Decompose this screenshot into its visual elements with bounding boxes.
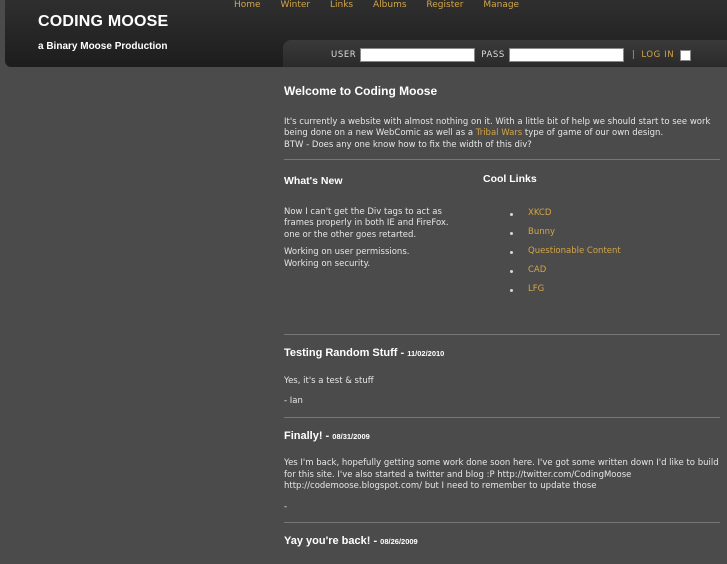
- tribal-wars-link[interactable]: Tribal Wars: [476, 128, 522, 138]
- list-item: CAD: [510, 262, 722, 281]
- post-signature: -: [284, 501, 288, 512]
- divider: [284, 522, 720, 523]
- password-input[interactable]: [508, 48, 624, 62]
- post-signature: - Ian: [284, 396, 303, 406]
- whats-new-para1: Now I can't get the Div tags to act as f…: [284, 206, 449, 240]
- whats-new-line1: Working on user permissions.: [284, 247, 410, 257]
- list-item: Bunny: [510, 224, 722, 243]
- bullet-icon: [510, 212, 513, 216]
- list-item: Questionable Content: [510, 243, 722, 262]
- remember-checkbox[interactable]: [680, 49, 692, 61]
- post-body: Yes I'm back, hopefully getting some wor…: [284, 458, 719, 491]
- list-item: LFG: [510, 281, 722, 300]
- main-nav: Home Winter Links Albums Register Manage: [234, 0, 536, 10]
- link-questionable-content[interactable]: Questionable Content: [528, 246, 621, 258]
- nav-register[interactable]: Register: [426, 0, 463, 10]
- login-separator: |: [631, 50, 636, 60]
- cool-links-list: XKCD Bunny Questionable Content CAD LFG: [483, 205, 722, 300]
- whats-new-section: What's New Now I can't get the Div tags …: [284, 175, 464, 276]
- post-body: Yes, it's a test & stuff: [284, 375, 374, 386]
- news-post: Yay you're back! - 08/26/2009: [284, 535, 722, 548]
- whats-new-line2: Working on security.: [284, 258, 371, 269]
- cool-links-title: Cool Links: [483, 173, 537, 185]
- post-title-text: Finally! -: [284, 429, 333, 442]
- link-lfg[interactable]: LFG: [528, 284, 544, 296]
- nav-home[interactable]: Home: [234, 0, 261, 10]
- post-title-text: Testing Random Stuff -: [284, 347, 408, 359]
- site-title: CODING MOOSE: [38, 13, 169, 30]
- welcome-question: BTW - Does any one know how to fix the w…: [284, 139, 532, 150]
- main-content: Welcome to Coding Moose It's currently a…: [284, 84, 722, 564]
- bullet-icon: [510, 269, 513, 273]
- login-button[interactable]: LOG IN: [641, 50, 674, 60]
- bullet-icon: [510, 231, 513, 235]
- bullet-icon: [510, 288, 513, 292]
- post-title: Finally! - 08/31/2009: [284, 429, 722, 443]
- user-label: USER: [331, 50, 357, 60]
- bullet-icon: [510, 250, 513, 254]
- nav-winter[interactable]: Winter: [280, 0, 310, 10]
- nav-albums[interactable]: Albums: [373, 0, 407, 10]
- post-title: Yay you're back! - 08/26/2009: [284, 535, 722, 548]
- news-post: Testing Random Stuff - 11/02/2010 Yes, i…: [284, 347, 722, 408]
- pass-label: PASS: [481, 50, 505, 60]
- whats-new-title: What's New: [284, 175, 343, 187]
- post-date: 11/02/2010: [407, 349, 445, 358]
- divider: [284, 334, 720, 335]
- post-title: Testing Random Stuff - 11/02/2010: [284, 347, 722, 360]
- welcome-text: It's currently a website with almost not…: [284, 117, 722, 152]
- welcome-text-part2: type of game of our own design.: [522, 128, 664, 138]
- link-xkcd[interactable]: XKCD: [528, 208, 551, 220]
- link-bunny[interactable]: Bunny: [528, 227, 555, 239]
- welcome-title: Welcome to Coding Moose: [284, 84, 438, 98]
- link-cad[interactable]: CAD: [528, 265, 546, 277]
- nav-manage[interactable]: Manage: [483, 0, 519, 10]
- info-columns: What's New Now I can't get the Div tags …: [284, 160, 722, 326]
- divider: [284, 416, 720, 418]
- site-tagline: a Binary Moose Production: [38, 41, 168, 52]
- post-date: 08/31/2009: [332, 431, 370, 441]
- whats-new-para2: Working on user permissions. Working on s…: [284, 247, 464, 270]
- cool-links-section: Cool Links XKCD Bunny Questionable Conte…: [483, 173, 722, 300]
- login-form: USER PASS | LOG IN: [331, 48, 692, 62]
- list-item: XKCD: [510, 205, 722, 224]
- news-post: Finally! - 08/31/2009 Yes I'm back, hope…: [284, 429, 722, 514]
- post-title-text: Yay you're back! -: [284, 535, 381, 547]
- nav-links[interactable]: Links: [330, 0, 353, 10]
- username-input[interactable]: [360, 48, 476, 62]
